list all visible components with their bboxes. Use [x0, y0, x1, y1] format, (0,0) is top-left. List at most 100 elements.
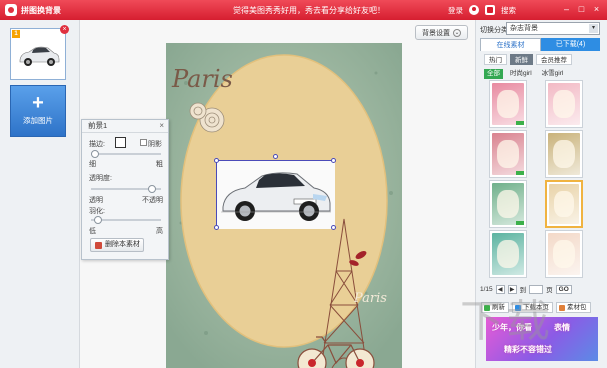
new-badge-icon: [516, 121, 524, 125]
app-logo-icon: [5, 4, 17, 16]
resize-handle-top-right[interactable]: [331, 158, 336, 163]
border-slider[interactable]: [91, 150, 161, 158]
material-tile-frame: [553, 90, 575, 118]
style-filter-tabs: 全部 时尚girl 冰雪girl: [484, 69, 566, 79]
image-thumbnail[interactable]: 1 ×: [10, 25, 69, 80]
car-thumbnail-image: [19, 46, 60, 66]
material-tile[interactable]: [489, 230, 527, 278]
background-settings-button[interactable]: 背景设置 ⌄: [415, 25, 468, 40]
material-tile-preview: [548, 133, 580, 175]
material-tile-preview: [492, 233, 524, 275]
opacity-label: 透明度:: [89, 175, 112, 182]
image-list-panel: 1 × + 添加图片: [0, 20, 80, 368]
promo-line-3: 精彩不容错过: [504, 345, 552, 354]
switch-category-label: 切换分类: [480, 27, 508, 34]
feather-slider[interactable]: [91, 216, 161, 224]
style-all[interactable]: 全部: [484, 69, 503, 79]
tab-online-material[interactable]: 在线素材: [480, 38, 541, 51]
material-tile[interactable]: [489, 130, 527, 178]
style-ice-girl[interactable]: 冰雪girl: [539, 69, 567, 79]
search-link[interactable]: 搜索: [501, 5, 516, 16]
opacity-slider-knob[interactable]: [148, 185, 157, 193]
category-select-value: 杂志背景: [510, 25, 538, 32]
download-icon: [515, 305, 521, 311]
page-indicator: 1/15: [480, 285, 493, 293]
share-slogan-link[interactable]: 觉得美图秀秀好用，秀去看分享给好友吧！: [233, 5, 385, 16]
new-badge-icon: [516, 171, 524, 175]
skin-icon[interactable]: [485, 5, 495, 15]
download-page-button[interactable]: 下载本页: [512, 302, 553, 313]
prev-page-button[interactable]: ◀: [495, 284, 505, 294]
material-tile-frame: [497, 190, 519, 218]
goto-label: 到: [519, 287, 527, 294]
close-icon[interactable]: ×: [159, 120, 164, 132]
feather-low-label: 低: [89, 228, 96, 235]
promo-banner[interactable]: 少年，你看 表情 精彩不容错过: [486, 317, 598, 361]
material-tile-preview: [549, 184, 579, 224]
category-select[interactable]: 杂志背景 ▾: [506, 22, 600, 35]
foreground-image-selection[interactable]: [214, 154, 336, 230]
title-bar-actions: 登录 搜索: [448, 4, 516, 16]
material-pack-button[interactable]: 素材包: [556, 302, 591, 313]
package-icon: [559, 305, 565, 311]
resize-handle-top-left[interactable]: [214, 158, 219, 163]
rotate-handle[interactable]: [273, 154, 278, 159]
border-color-swatch[interactable]: [115, 137, 126, 148]
download-page-label: 下载本页: [523, 304, 549, 311]
maximize-button[interactable]: □: [575, 3, 588, 16]
border-thin-label: 细: [89, 161, 96, 168]
material-tile-frame: [553, 240, 575, 268]
remove-image-icon[interactable]: ×: [60, 25, 69, 34]
refresh-icon: [484, 305, 490, 311]
material-pack-label: 素材包: [567, 304, 587, 311]
border-slider-knob[interactable]: [91, 150, 99, 158]
opacity-slider[interactable]: [91, 185, 161, 193]
material-tile[interactable]: [545, 130, 583, 178]
tab-newest[interactable]: 新鲜: [510, 54, 533, 65]
shadow-checkbox[interactable]: [140, 139, 147, 146]
material-tile-frame: [554, 191, 574, 217]
resize-handle-bottom-left[interactable]: [214, 225, 219, 230]
promo-line-2: 表情: [554, 323, 570, 332]
properties-header: 前景1 ×: [82, 120, 168, 133]
material-tile-preview: [492, 83, 524, 125]
resize-handle-bottom-right[interactable]: [331, 225, 336, 230]
go-button[interactable]: GO: [555, 284, 572, 294]
material-actions: 刷新 下载本页 素材包: [481, 302, 591, 313]
new-badge-icon: [516, 221, 524, 225]
dropdown-arrow-icon: ▾: [589, 24, 598, 33]
add-image-button[interactable]: + 添加图片: [10, 85, 66, 137]
login-link[interactable]: 登录: [448, 5, 463, 16]
tab-member-picks[interactable]: 会员推荐: [536, 54, 572, 65]
material-tile-frame: [497, 240, 519, 268]
close-button[interactable]: ×: [590, 3, 603, 16]
material-tile[interactable]: [545, 80, 583, 128]
feather-high-label: 高: [156, 228, 163, 235]
material-tile[interactable]: [489, 180, 527, 228]
app-title: 拼图换背景: [21, 6, 61, 15]
opacity-opaque-label: 不透明: [142, 197, 163, 204]
trash-icon: [95, 242, 102, 249]
user-avatar-icon[interactable]: [469, 5, 479, 15]
minimize-button[interactable]: –: [560, 3, 573, 16]
car-foreground-image: [217, 161, 335, 229]
sort-tabs: 热门 新鲜 会员推荐: [484, 54, 572, 65]
style-fashion-girl[interactable]: 时尚girl: [507, 69, 535, 79]
delete-material-button[interactable]: 删除本素材: [90, 238, 144, 252]
material-tile-preview: [492, 183, 524, 225]
feather-slider-knob[interactable]: [94, 216, 103, 224]
tab-downloaded[interactable]: 已下载(4): [541, 38, 600, 51]
material-tile[interactable]: [489, 80, 527, 128]
material-tile[interactable]: [545, 180, 583, 228]
material-tile-frame: [497, 90, 519, 118]
material-tile-preview: [548, 233, 580, 275]
next-page-button[interactable]: ▶: [507, 284, 517, 294]
tab-hot[interactable]: 热门: [484, 54, 507, 65]
material-source-tabs: 在线素材 已下载(4): [480, 38, 600, 51]
page-number-input[interactable]: [529, 284, 544, 294]
window-controls: – □ ×: [560, 3, 603, 16]
background-settings-label: 背景设置: [422, 29, 450, 37]
material-tile[interactable]: [545, 230, 583, 278]
refresh-button[interactable]: 刷新: [481, 302, 509, 313]
paris-script-caption: Paris: [354, 291, 387, 306]
